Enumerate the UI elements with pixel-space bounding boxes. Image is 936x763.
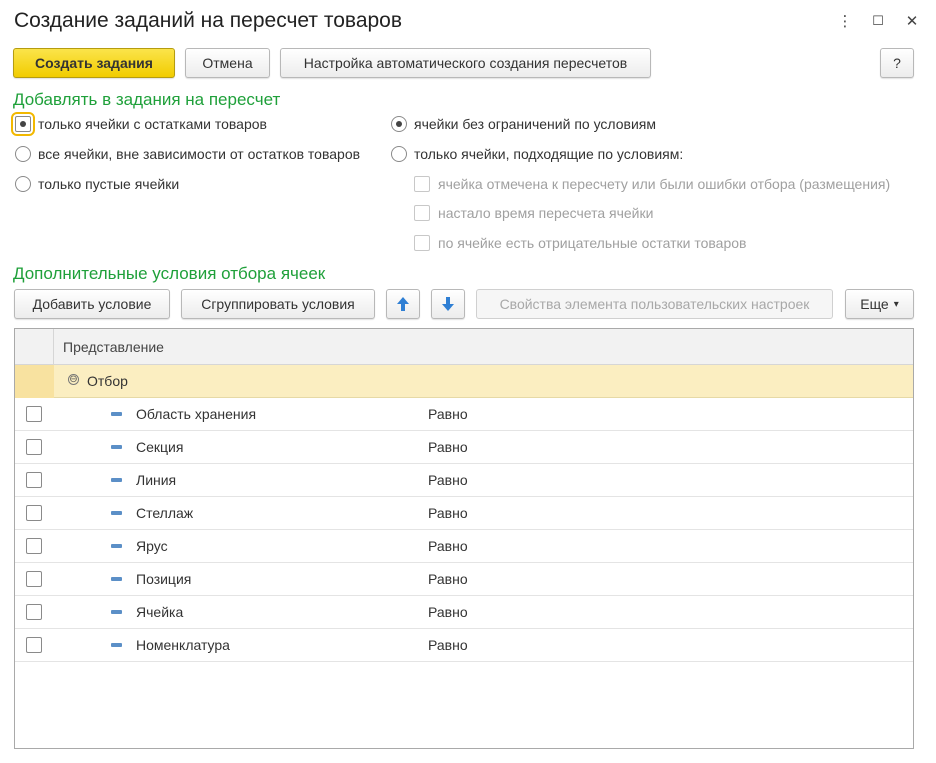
checkbox[interactable] (414, 176, 430, 192)
row-condition[interactable]: Равно (428, 505, 468, 521)
condition-option-label: ячейки без ограничений по условиям (414, 116, 656, 132)
row-field: Стеллаж (136, 505, 194, 521)
chevron-down-icon: ▾ (893, 298, 899, 310)
help-button[interactable]: ? (880, 48, 914, 78)
condition-option-none[interactable]: ячейки без ограничений по условиям (391, 114, 656, 134)
row-field: Область хранения (136, 406, 257, 422)
collapse-icon[interactable]: ⊖ (68, 374, 79, 385)
field-marker-icon (111, 544, 122, 548)
table-row[interactable]: Номенклатура Равно (15, 629, 913, 662)
row-field: Ячейка (136, 604, 184, 620)
radio-button[interactable] (391, 116, 407, 132)
field-marker-icon (111, 643, 122, 647)
stock-option-label: только ячейки с остатками товаров (38, 116, 267, 132)
condition-check-negative[interactable]: по ячейке есть отрицательные остатки тов… (414, 233, 746, 253)
cancel-button[interactable]: Отмена (185, 48, 270, 78)
add-section-title: Добавлять в задания на пересчет (13, 90, 281, 109)
stock-option-all[interactable]: все ячейки, вне зависимости от остатков … (15, 144, 360, 164)
row-condition[interactable]: Равно (428, 406, 468, 422)
more-menu-label: Еще (860, 296, 889, 312)
row-checkbox[interactable] (26, 571, 42, 587)
maximize-icon[interactable]: ☐ (867, 10, 889, 32)
table-row[interactable]: Секция Равно (15, 431, 913, 464)
group-label: Отбор (87, 373, 128, 389)
radio-button[interactable] (391, 146, 407, 162)
close-icon[interactable]: ✕ (901, 10, 923, 32)
add-condition-button[interactable]: Добавить условие (14, 289, 170, 319)
arrow-down-icon (442, 297, 454, 311)
row-checkbox[interactable] (26, 472, 42, 488)
table-row[interactable]: Область хранения Равно (15, 398, 913, 431)
table-row[interactable]: Стеллаж Равно (15, 497, 913, 530)
stock-option-empty[interactable]: только пустые ячейки (15, 174, 179, 194)
column-header-representation[interactable]: Представление (63, 339, 164, 355)
radio-button[interactable] (15, 146, 31, 162)
stock-option-label: все ячейки, вне зависимости от остатков … (38, 146, 361, 162)
more-actions-icon[interactable]: ⋮ (834, 10, 856, 32)
row-field: Позиция (136, 571, 192, 587)
condition-option-label: только ячейки, подходящие по условиям: (414, 146, 684, 162)
element-properties-button[interactable]: Свойства элемента пользовательских настр… (476, 289, 833, 319)
field-marker-icon (111, 478, 122, 482)
row-checkbox[interactable] (26, 406, 42, 422)
create-tasks-button[interactable]: Создать задания (13, 48, 175, 78)
table-header: Представление (15, 329, 913, 365)
more-menu-button[interactable]: Еще ▾ (845, 289, 914, 319)
row-checkbox[interactable] (26, 637, 42, 653)
table-row[interactable]: Ячейка Равно (15, 596, 913, 629)
field-marker-icon (111, 412, 122, 416)
row-condition[interactable]: Равно (428, 637, 468, 653)
row-condition[interactable]: Равно (428, 538, 468, 554)
stock-option-with-stock[interactable]: только ячейки с остатками товаров (11, 112, 267, 136)
move-up-button[interactable] (386, 289, 420, 319)
row-condition[interactable]: Равно (428, 472, 468, 488)
auto-settings-button[interactable]: Настройка автоматического создания перес… (280, 48, 651, 78)
table-row[interactable]: Позиция Равно (15, 563, 913, 596)
row-condition[interactable]: Равно (428, 439, 468, 455)
header-check-column (15, 329, 54, 365)
move-down-button[interactable] (431, 289, 465, 319)
condition-check-label: по ячейке есть отрицательные остатки тов… (438, 235, 747, 251)
row-condition[interactable]: Равно (428, 604, 468, 620)
condition-option-matching[interactable]: только ячейки, подходящие по условиям: (391, 144, 683, 164)
row-checkbox[interactable] (26, 505, 42, 521)
group-conditions-button[interactable]: Сгруппировать условия (181, 289, 375, 319)
table-row[interactable]: Линия Равно (15, 464, 913, 497)
field-marker-icon (111, 610, 122, 614)
table-row[interactable]: Ярус Равно (15, 530, 913, 563)
radio-button[interactable] (11, 112, 35, 136)
filter-conditions-table[interactable]: Представление ⊖ Отбор Область хранения Р… (14, 328, 914, 749)
condition-check-marked[interactable]: ячейка отмечена к пересчету или были оши… (414, 174, 890, 194)
checkbox[interactable] (414, 205, 430, 221)
group-check-cell (15, 365, 54, 398)
row-field: Номенклатура (136, 637, 230, 653)
filter-section-title: Дополнительные условия отбора ячеек (13, 264, 326, 283)
stock-option-label: только пустые ячейки (38, 176, 180, 192)
row-field: Ярус (136, 538, 168, 554)
row-checkbox[interactable] (26, 439, 42, 455)
condition-check-label: ячейка отмечена к пересчету или были оши… (438, 176, 891, 192)
field-marker-icon (111, 511, 122, 515)
window-title: Создание заданий на пересчет товаров (14, 9, 403, 32)
row-condition[interactable]: Равно (428, 571, 468, 587)
condition-check-label: настало время пересчета ячейки (438, 205, 654, 221)
group-row-filter[interactable]: ⊖ Отбор (15, 365, 913, 398)
field-marker-icon (111, 445, 122, 449)
row-field: Секция (136, 439, 184, 455)
row-field: Линия (136, 472, 177, 488)
arrow-up-icon (397, 297, 409, 311)
condition-check-time[interactable]: настало время пересчета ячейки (414, 203, 653, 223)
checkbox[interactable] (414, 235, 430, 251)
row-checkbox[interactable] (26, 604, 42, 620)
radio-button[interactable] (15, 176, 31, 192)
field-marker-icon (111, 577, 122, 581)
row-checkbox[interactable] (26, 538, 42, 554)
